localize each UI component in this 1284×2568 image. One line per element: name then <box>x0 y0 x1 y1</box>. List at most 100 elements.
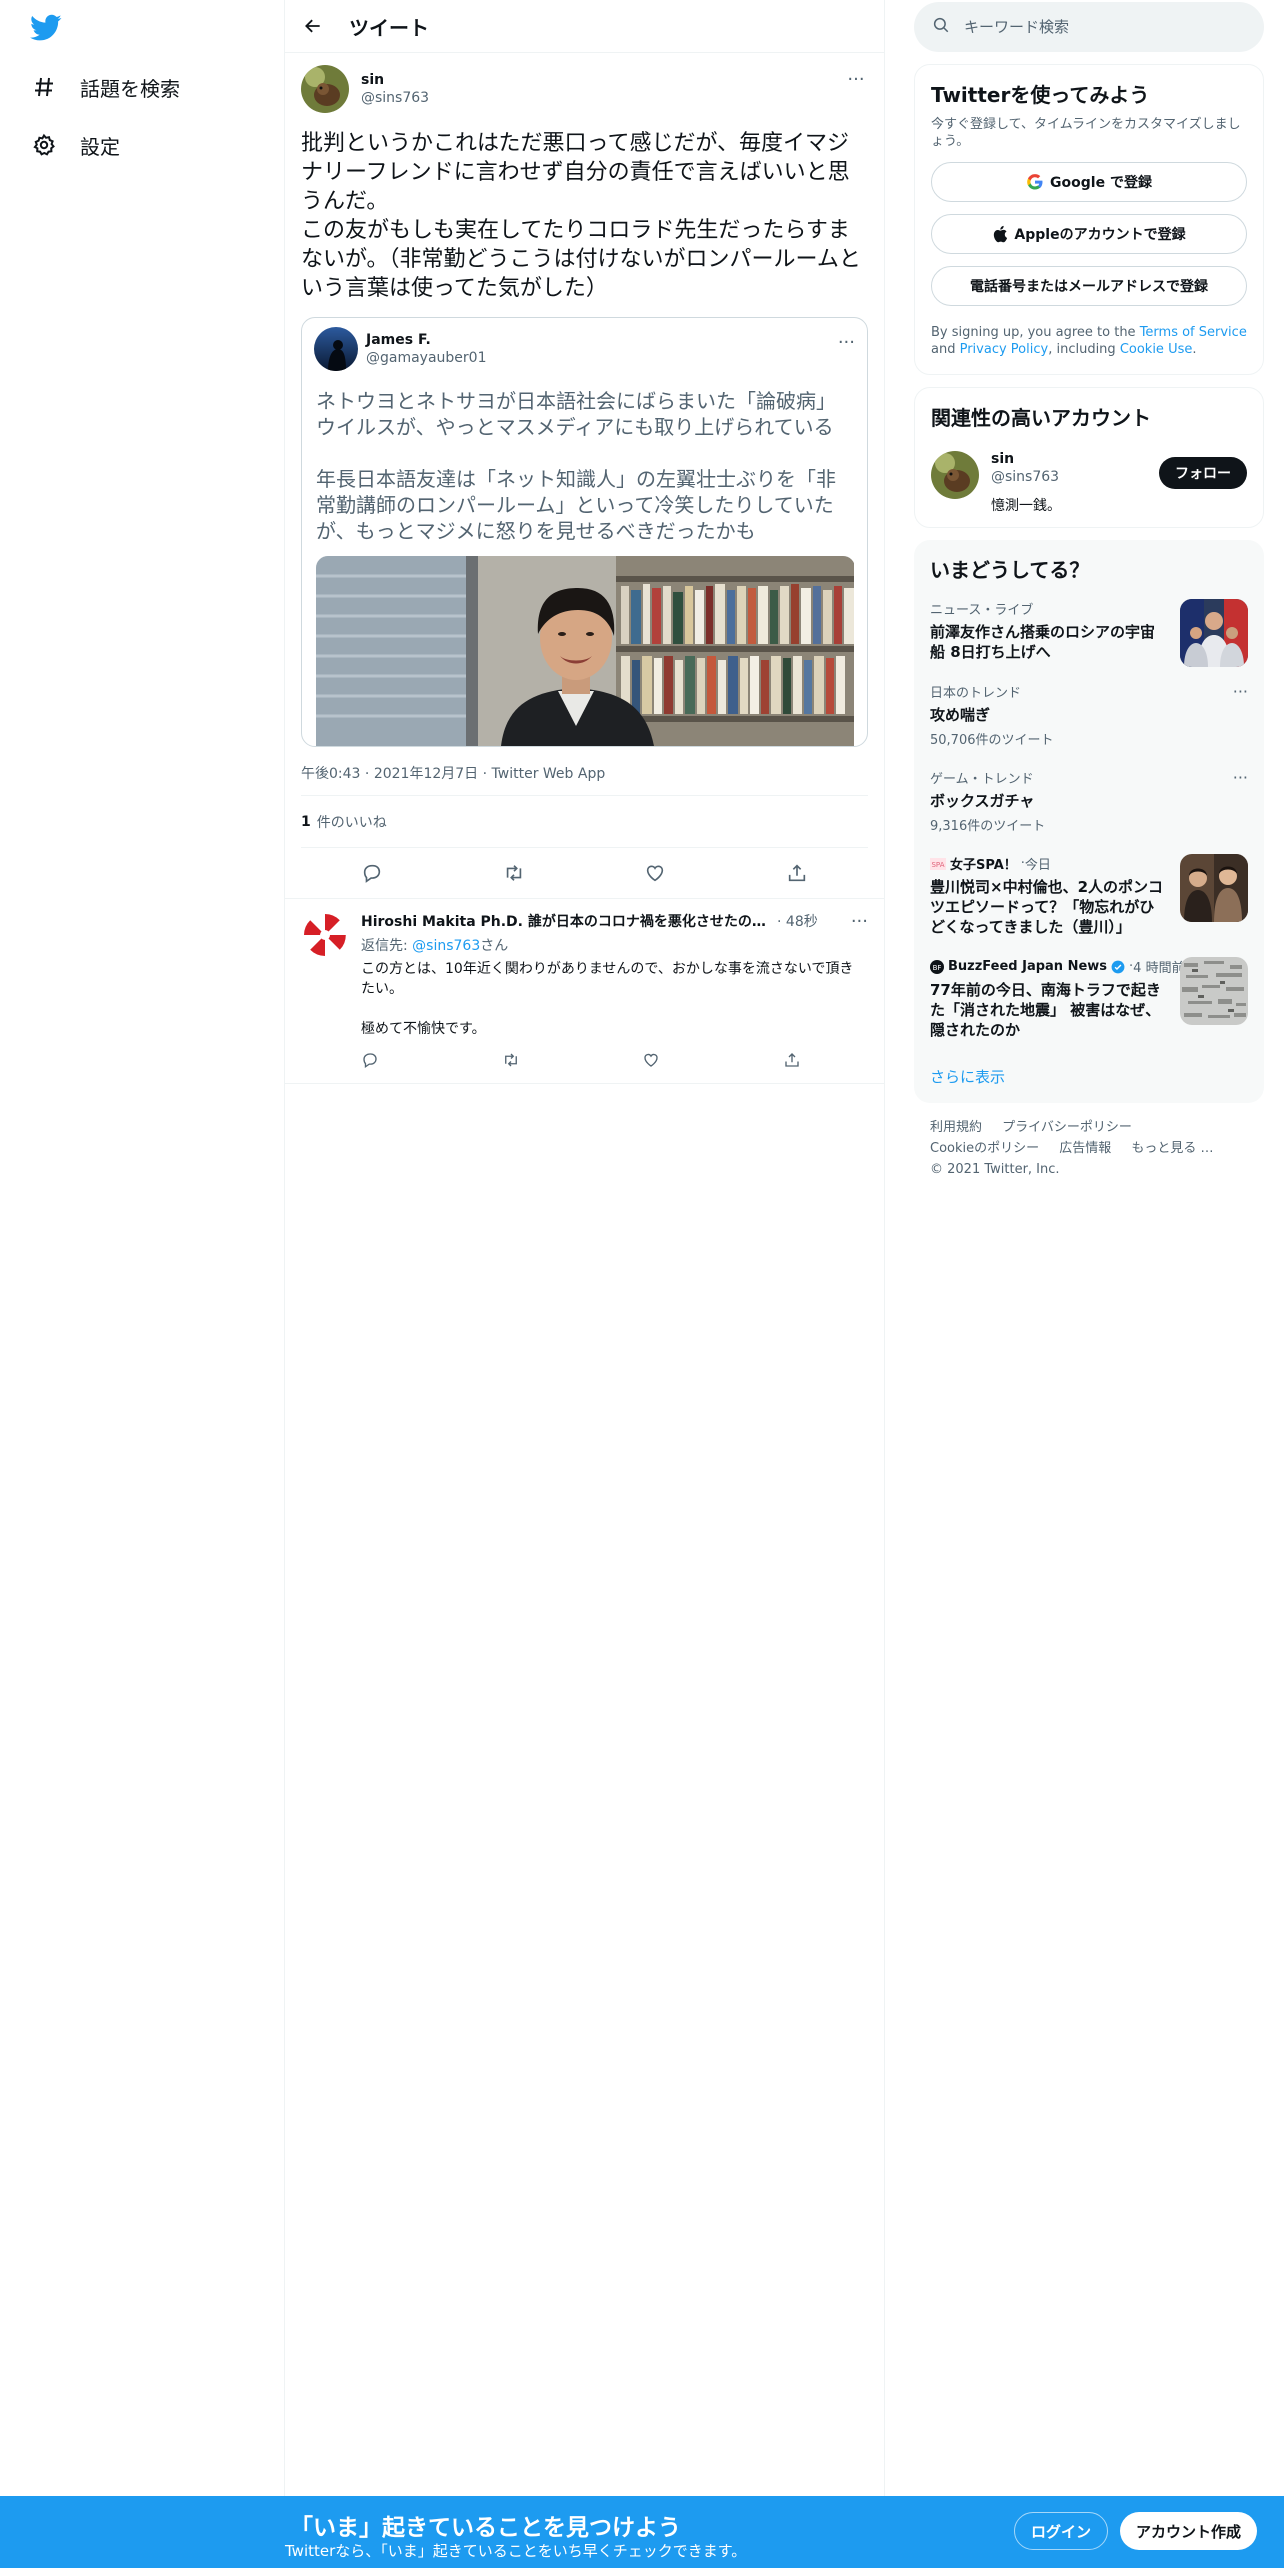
terms-of-service-link[interactable]: Terms of Service <box>1140 325 1247 340</box>
quoted-author-handle: @gamayauber01 <box>366 350 487 366</box>
trends-card: いまどうしてる？ ニュース・ライブ 前澤友作さん搭乗のロシアの宇宙船 8日打ち上… <box>914 540 1264 1103</box>
more-icon[interactable]: ··· <box>844 69 868 90</box>
like-label: 件のいいね <box>316 814 387 831</box>
trend-title: 攻め喘ぎ <box>930 706 991 724</box>
author-handle[interactable]: @sins763 <box>361 90 429 106</box>
avatar[interactable] <box>931 451 979 499</box>
phone-email-signup-button[interactable]: 電話番号またはメールアドレスで登録 <box>931 266 1247 306</box>
left-nav: 話題を検索 設定 <box>0 0 285 2496</box>
reply-icon[interactable] <box>361 1051 379 1073</box>
tweet-time[interactable]: 午後0:43 <box>301 766 360 782</box>
reply-time[interactable]: 48秒 <box>786 914 818 930</box>
show-more-link[interactable]: さらに表示 <box>914 1050 1264 1103</box>
terms-text: , including <box>1048 342 1120 357</box>
tweet-actions <box>301 848 868 898</box>
more-icon[interactable]: ··· <box>1233 768 1248 787</box>
like-icon[interactable] <box>642 1051 660 1073</box>
google-signup-button[interactable]: Google で登録 <box>931 162 1247 202</box>
retweet-icon[interactable] <box>502 1051 520 1073</box>
terms-text: By signing up, you agree to the <box>931 325 1140 340</box>
privacy-policy-link[interactable]: Privacy Policy <box>960 342 1049 357</box>
footer-terms-link[interactable]: 利用規約 <box>930 1120 982 1135</box>
gear-icon <box>30 131 58 159</box>
trend-item[interactable]: 日本のトレンド 攻め喘ぎ 50,706件のツイート ··· <box>914 672 1264 758</box>
apple-signup-button[interactable]: Appleのアカウントで登録 <box>931 214 1247 254</box>
related-accounts-card: 関連性の高いアカウント sin @sins763 憶測一銭。 フォロー <box>914 387 1264 528</box>
share-icon[interactable] <box>780 856 814 890</box>
back-arrow-icon[interactable] <box>295 8 331 44</box>
nav-settings[interactable]: 設定 <box>30 125 120 165</box>
footer-privacy-link[interactable]: プライバシーポリシー <box>1002 1120 1132 1135</box>
signup-terms: By signing up, you agree to the Terms of… <box>931 324 1247 358</box>
apple-signup-label: Appleのアカウントで登録 <box>1014 227 1186 243</box>
tweet-meta: 午後0:43 · 2021年12月7日 · Twitter Web App <box>301 763 868 796</box>
retweet-icon[interactable] <box>497 856 531 890</box>
avatar <box>314 327 358 371</box>
related-handle[interactable]: @sins763 <box>991 469 1061 485</box>
search-bar[interactable] <box>914 2 1264 52</box>
signup-subtitle: 今すぐ登録して、タイムラインをカスタマイズしましょう。 <box>931 117 1241 149</box>
login-button[interactable]: ログイン <box>1014 2512 1109 2550</box>
like-count: 1 <box>301 813 311 830</box>
trend-item[interactable]: ゲーム・トレンド ボックスガチャ 9,316件のツイート ··· <box>914 758 1264 844</box>
avatar[interactable] <box>301 911 349 959</box>
quoted-tweet-photo[interactable] <box>316 556 855 746</box>
footer-ads-link[interactable]: 広告情報 <box>1059 1141 1111 1156</box>
tweet-text: 批判というかこれはただ悪口って感じだが、毎度イマジナリーフレンドに言わせず自分の… <box>301 131 861 301</box>
trend-title: ボックスガチャ <box>930 792 1035 810</box>
create-account-button[interactable]: アカウント作成 <box>1120 2512 1258 2550</box>
search-input[interactable] <box>964 18 1224 36</box>
trend-thumbnail <box>1180 599 1248 667</box>
twitter-bird-icon[interactable] <box>30 14 66 44</box>
bottom-bar-title: 「いま」起きていることを見つけよう <box>290 2515 681 2541</box>
cookie-use-link[interactable]: Cookie Use <box>1120 342 1193 357</box>
trend-source-time: 4 時間前 <box>1133 961 1185 976</box>
more-icon[interactable]: ··· <box>851 911 868 932</box>
search-icon <box>932 16 950 38</box>
quoted-tweet[interactable]: James F. @gamayauber01 ··· ネトウヨとネトサヨが日本語… <box>301 317 868 747</box>
reply-text: この方とは、10年近く関わりがありませんので、おかしな事を流さないで頂きたい。 … <box>361 961 854 1037</box>
tweet-source[interactable]: Twitter Web App <box>492 766 606 782</box>
footer: 利用規約 プライバシーポリシー Cookieのポリシー 広告情報 もっと見る …… <box>914 1103 1264 1194</box>
right-sidebar: Twitterを使ってみよう 今すぐ登録して、タイムラインをカスタマイズしましょ… <box>914 0 1264 1194</box>
google-icon <box>1026 173 1044 191</box>
avatar[interactable] <box>301 65 349 113</box>
author-name[interactable]: sin <box>361 72 429 88</box>
verified-icon <box>1111 960 1125 974</box>
footer-cookie-link[interactable]: Cookieのポリシー <box>930 1141 1039 1156</box>
share-icon[interactable] <box>783 1051 801 1073</box>
related-account[interactable]: sin @sins763 憶測一銭。 フォロー <box>931 451 1247 515</box>
trend-item[interactable]: ニュース・ライブ 前澤友作さん搭乗のロシアの宇宙船 8日打ち上げへ <box>914 589 1264 672</box>
trend-thumbnail <box>1180 854 1248 922</box>
nav-explore-label: 話題を検索 <box>80 76 180 101</box>
reply-to-suffix: さん <box>480 938 509 954</box>
trend-title: 豊川悦司×中村倫也、2人のポンコツエピソードって？「物忘れがひどくなってきました… <box>930 878 1164 936</box>
svg-text:SPA: SPA <box>931 861 944 869</box>
likes-row[interactable]: 1 件のいいね <box>301 796 868 848</box>
reply-to-label: 返信先: <box>361 938 413 954</box>
like-icon[interactable] <box>638 856 672 890</box>
trend-item[interactable]: SPA 女子SPA！ · 今日 豊川悦司×中村倫也、2人のポンコツエピソードって… <box>914 844 1264 947</box>
trends-title: いまどうしてる？ <box>930 558 1090 582</box>
nav-settings-label: 設定 <box>80 134 120 159</box>
more-icon[interactable]: ··· <box>1233 682 1248 701</box>
tweet-date[interactable]: 2021年12月7日 <box>374 766 478 782</box>
reply-icon[interactable] <box>355 856 389 890</box>
footer-more-link[interactable]: もっと見る … <box>1131 1141 1213 1156</box>
reply-author-name[interactable]: Hiroshi Makita Ph.D. 誰が日本のコロナ禍を悪化させたのか? <box>361 911 771 931</box>
apple-icon <box>992 225 1008 243</box>
bottom-bar-subtitle: Twitterなら、「いま」起きていることをいち早くチェックできます。 <box>285 2542 747 2560</box>
trend-category: 日本のトレンド <box>930 686 1022 701</box>
nav-explore[interactable]: 話題を検索 <box>30 67 180 107</box>
main-header: ツイート <box>285 0 884 53</box>
reply-tweet[interactable]: Hiroshi Makita Ph.D. 誰が日本のコロナ禍を悪化させたのか? … <box>285 899 884 1084</box>
follow-button[interactable]: フォロー <box>1159 457 1247 489</box>
more-icon[interactable]: ··· <box>838 332 855 353</box>
main-tweet: sin @sins763 ··· 批判というかこれはただ悪口って感じだが、毎度イ… <box>285 53 884 899</box>
phone-email-signup-label: 電話番号またはメールアドレスで登録 <box>970 279 1208 295</box>
reply-to: 返信先: @sins763さん <box>361 935 861 955</box>
trend-source-name: 女子SPA！ <box>950 858 1017 873</box>
mention-link[interactable]: @sins763 <box>412 938 480 954</box>
related-name[interactable]: sin <box>991 451 1061 467</box>
trend-item[interactable]: BF BuzzFeed Japan News · 4 時間前 77年前の今日、南… <box>914 947 1264 1050</box>
